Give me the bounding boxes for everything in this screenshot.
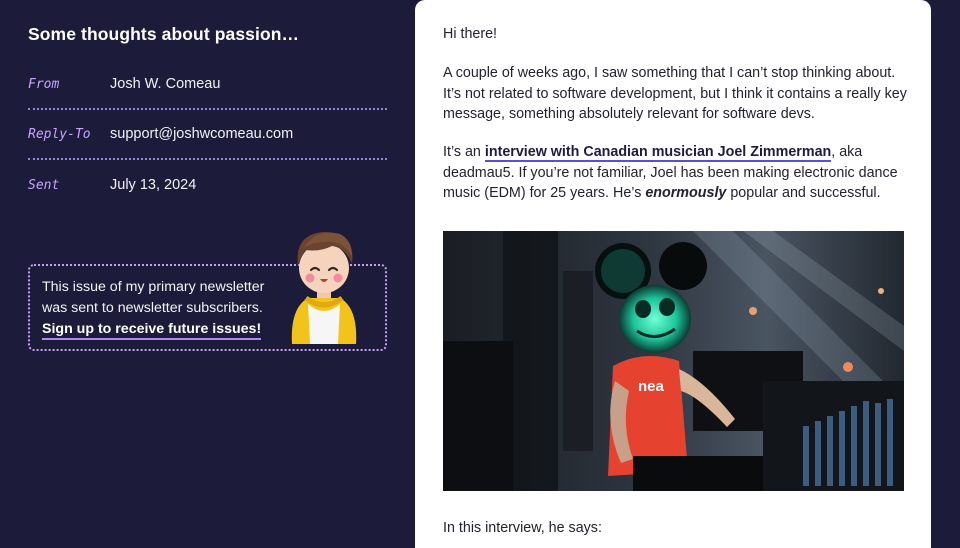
meta-row-sent: Sent July 13, 2024 [28,160,387,210]
meta-value-reply-to[interactable]: support@joshwcomeau.com [110,126,293,142]
meta-label-reply-to: Reply-To [28,126,91,142]
paragraph-text-prefix: It’s an [443,144,485,160]
meta-value-sent: July 13, 2024 [110,177,197,193]
meta-label-from: From [28,76,60,92]
interview-link[interactable]: interview with Canadian musician Joel Zi… [484,144,832,162]
email-paragraph-interview: It’s an interview with Canadian musician… [443,142,908,204]
meta-row-reply-to: Reply-To support@joshwcomeau.com [28,110,387,160]
meta-label-sent: Sent [28,177,60,193]
meta-row-from: From Josh W. Comeau [28,60,387,110]
email-paragraph-intro: A couple of weeks ago, I saw something t… [443,65,907,122]
deadmau5-photo: nea [443,231,904,491]
email-greeting: Hi there! [443,26,498,42]
emphasis-text: enormously [645,185,727,201]
shirt-text: nea [638,378,665,395]
email-subject: Some thoughts about passion… [28,24,300,44]
signup-link[interactable]: Sign up to receive future issues! [42,321,262,340]
email-body-card: Hi there! A couple of weeks ago, I saw s… [415,0,931,548]
avatar-mascot [291,232,357,344]
paragraph-text-suffix: popular and successful. [726,185,881,201]
meta-value-from: Josh W. Comeau [110,76,221,92]
email-paragraph-quote-intro: In this interview, he says: [443,520,602,536]
